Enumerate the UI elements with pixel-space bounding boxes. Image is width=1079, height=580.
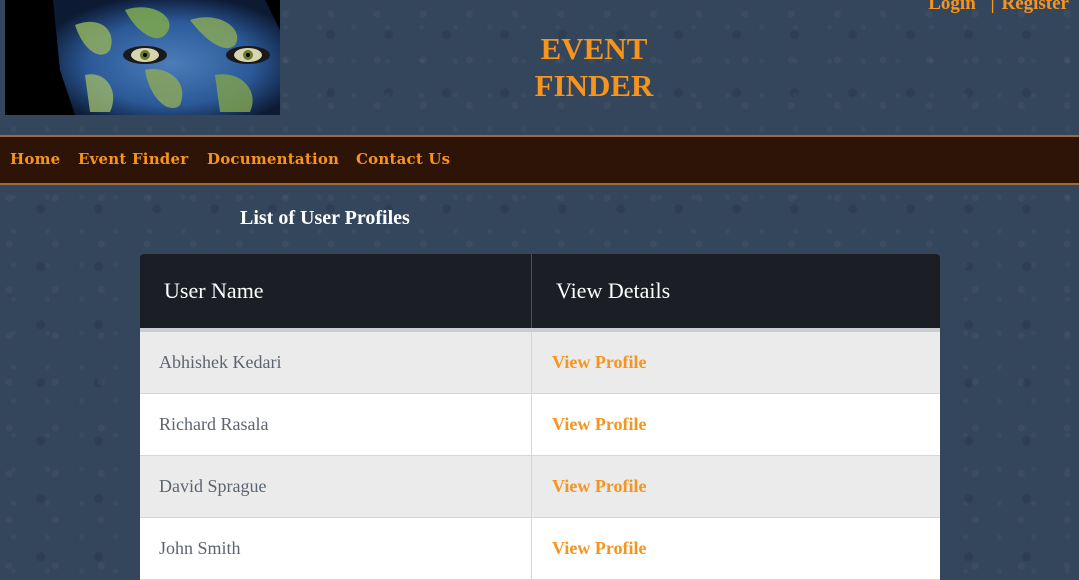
view-profile-link[interactable]: View Profile <box>552 538 646 558</box>
main-navbar: Home Event Finder Documentation Contact … <box>0 135 1079 185</box>
nav-item-home[interactable]: Home <box>10 150 60 168</box>
auth-links: Login | Register <box>928 0 1069 15</box>
site-title: EVENT FINDER <box>494 30 694 104</box>
view-details-cell: View Profile <box>532 456 940 517</box>
user-name-cell: Abhishek Kedari <box>140 332 532 393</box>
user-name-cell: Richard Rasala <box>140 394 532 455</box>
site-logo-image <box>5 0 280 115</box>
site-title-line1: EVENT <box>540 31 648 66</box>
login-link[interactable]: Login <box>928 0 976 14</box>
register-link[interactable]: Register <box>1001 0 1069 14</box>
table-row: Richard Rasala View Profile <box>140 394 940 456</box>
user-name-cell: David Sprague <box>140 456 532 517</box>
view-details-cell: View Profile <box>532 394 940 455</box>
table-row: John Smith View Profile <box>140 518 940 580</box>
nav-item-contact-us[interactable]: Contact Us <box>356 150 450 168</box>
view-profile-link[interactable]: View Profile <box>552 352 646 372</box>
nav-item-documentation[interactable]: Documentation <box>207 150 339 168</box>
view-profile-link[interactable]: View Profile <box>552 414 646 434</box>
user-name-cell: John Smith <box>140 518 532 579</box>
site-title-line2: FINDER <box>534 68 654 103</box>
table-row: David Sprague View Profile <box>140 456 940 518</box>
column-header-user-name: User Name <box>140 254 532 328</box>
view-details-cell: View Profile <box>532 518 940 579</box>
column-header-view-details: View Details <box>556 278 671 303</box>
nav-item-event-finder[interactable]: Event Finder <box>78 150 188 168</box>
auth-separator: | <box>990 0 995 14</box>
site-header: EVENT FINDER Login | Register <box>0 0 1079 136</box>
page-title: List of User Profiles <box>240 207 410 229</box>
user-profiles-table: User Name View Details Abhishek Kedari V… <box>140 254 940 580</box>
table-row: Abhishek Kedari View Profile <box>140 332 940 394</box>
painted-face-image <box>5 0 280 115</box>
table-header-row: User Name View Details <box>140 254 940 332</box>
view-details-cell: View Profile <box>532 332 940 393</box>
view-profile-link[interactable]: View Profile <box>552 476 646 496</box>
